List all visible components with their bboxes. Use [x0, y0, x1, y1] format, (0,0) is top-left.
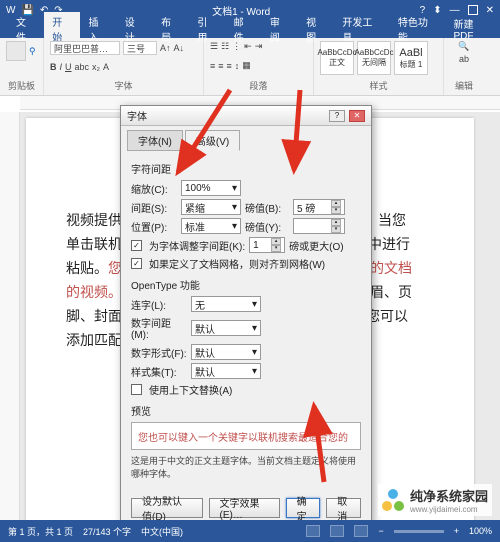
scale-label: 缩放(C):: [131, 181, 177, 196]
shading-icon[interactable]: ▦: [242, 60, 251, 71]
cancel-button[interactable]: 取消: [326, 498, 361, 518]
font-dialog: 字体 ? ✕ 字体(N) 高级(V) 字符间距 缩放(C): 100%▾ 间距(…: [120, 105, 372, 525]
numspacing-select[interactable]: 默认▾: [191, 320, 261, 336]
view-web-layout-icon[interactable]: [354, 525, 368, 537]
style-normal[interactable]: AaBbCcDc正文: [320, 41, 354, 75]
kerning-unit: 磅或更大(O): [289, 238, 343, 253]
numform-select[interactable]: 默认▾: [191, 344, 261, 360]
bold-button[interactable]: B: [50, 62, 57, 72]
status-language[interactable]: 中文(中国): [141, 525, 183, 538]
indent-dec-icon[interactable]: ⇤: [244, 41, 252, 52]
dialog-titlebar[interactable]: 字体 ? ✕: [121, 106, 371, 126]
view-read-mode-icon[interactable]: [330, 525, 344, 537]
kerning-label: 为字体调整字间距(K):: [149, 238, 245, 253]
kerning-checkbox[interactable]: ✓: [131, 240, 142, 251]
spacing-section-title: 字符间距: [131, 161, 361, 176]
opentype-section-title: OpenType 功能: [131, 277, 361, 292]
ribbon: ⚲ 剪贴板 阿里巴巴普… 三号 A↑ A↓ B I U abc x₂ A 字体 …: [0, 38, 500, 96]
dialog-tab-font[interactable]: 字体(N): [127, 130, 183, 151]
editing-group-label: 编辑: [450, 79, 478, 92]
clipboard-group-label: 剪贴板: [6, 79, 37, 92]
status-bar: 第 1 页，共 1 页 27/143 个字 中文(中国) − + 100%: [0, 520, 500, 542]
dialog-help-button[interactable]: ?: [329, 110, 345, 122]
dialog-tabs: 字体(N) 高级(V): [121, 126, 371, 151]
text-effects-button[interactable]: 文字效果(E)…: [209, 498, 280, 518]
ribbon-tabs: 文件 开始 插入 设计 布局 引用 邮件 审阅 视图 开发工具 特色功能 新建P…: [0, 20, 500, 38]
align-right-icon[interactable]: ≡: [227, 61, 232, 71]
grid-align-label: 如果定义了文档网格，则对齐到网格(W): [149, 256, 325, 271]
watermark: 纯净系统家园 www.yijdaimei.com: [378, 484, 492, 516]
preview-section-title: 预览: [131, 403, 361, 418]
preview-note: 这是用于中文的正文主题字体。当前文档主题定义将使用哪种字体。: [131, 454, 361, 480]
spacing-by-input[interactable]: 5 磅▴▾: [293, 199, 345, 215]
align-center-icon[interactable]: ≡: [218, 61, 223, 71]
maximize-icon[interactable]: [468, 5, 478, 15]
find-icon[interactable]: 🔍: [458, 41, 469, 52]
status-words[interactable]: 27/143 个字: [83, 525, 131, 538]
spacing-label: 间距(S):: [131, 200, 177, 215]
context-label: 使用上下文替换(A): [149, 382, 232, 397]
font-name-select[interactable]: 阿里巴巴普…: [50, 41, 120, 55]
numspacing-label: 数字间距(M):: [131, 315, 187, 341]
position-select[interactable]: 标准▾: [181, 218, 241, 234]
subscript-button[interactable]: x₂: [92, 62, 100, 72]
position-label: 位置(P):: [131, 219, 177, 234]
context-checkbox[interactable]: [131, 384, 142, 395]
dialog-title: 字体: [127, 108, 147, 123]
highlight-button[interactable]: A: [103, 62, 109, 72]
watermark-url: www.yijdaimei.com: [410, 505, 488, 514]
zoom-level[interactable]: 100%: [469, 526, 492, 536]
grid-align-checkbox[interactable]: ✓: [131, 258, 142, 269]
dialog-tab-advanced[interactable]: 高级(V): [185, 130, 240, 151]
scale-select[interactable]: 100%▾: [181, 180, 241, 196]
position-by-label: 磅值(Y):: [245, 219, 289, 234]
styleset-select[interactable]: 默认▾: [191, 363, 261, 379]
zoom-slider[interactable]: [394, 530, 444, 533]
indent-inc-icon[interactable]: ⇥: [255, 41, 263, 52]
replace-icon[interactable]: ab: [459, 54, 469, 64]
font-size-select[interactable]: 三号: [123, 41, 157, 55]
set-default-button[interactable]: 设为默认值(D): [131, 498, 203, 518]
strike-button[interactable]: abc: [75, 62, 90, 72]
zoom-out-icon[interactable]: −: [378, 526, 383, 536]
bullets-icon[interactable]: ☰: [210, 41, 218, 52]
shrink-font-icon[interactable]: A↓: [174, 43, 185, 53]
ligature-label: 连字(L):: [131, 297, 187, 312]
zoom-in-icon[interactable]: +: [454, 526, 459, 536]
watermark-logo-icon: [382, 489, 404, 511]
numform-label: 数字形式(F):: [131, 345, 187, 360]
font-group-label: 字体: [50, 79, 197, 92]
spacing-select[interactable]: 紧缩▾: [181, 199, 241, 215]
align-left-icon[interactable]: ≡: [210, 61, 215, 71]
styleset-label: 样式集(T):: [131, 364, 187, 379]
bluetooth-icon[interactable]: ⚲: [29, 46, 36, 57]
ligature-select[interactable]: 无▾: [191, 296, 261, 312]
underline-button[interactable]: U: [65, 62, 72, 72]
grow-font-icon[interactable]: A↑: [160, 43, 171, 53]
italic-button[interactable]: I: [60, 62, 63, 72]
styles-group-label: 样式: [320, 79, 437, 92]
style-nospacing[interactable]: AaBbCcDc无间隔: [357, 41, 391, 75]
status-page[interactable]: 第 1 页，共 1 页: [8, 525, 73, 538]
paste-icon[interactable]: [6, 41, 26, 61]
preview-box: 您也可以键入一个关键字以联机搜索最适合您的: [131, 422, 361, 450]
watermark-text: 纯净系统家园: [410, 486, 488, 505]
style-heading1[interactable]: AaBl标题 1: [394, 41, 428, 75]
vertical-ruler[interactable]: [0, 112, 20, 520]
numbering-icon[interactable]: ☷: [221, 41, 229, 52]
position-by-input[interactable]: ▴▾: [293, 218, 345, 234]
line-spacing-icon[interactable]: ↕: [235, 61, 240, 71]
spacing-by-label: 磅值(B):: [245, 200, 289, 215]
multilevel-icon[interactable]: ⋮: [232, 41, 241, 52]
view-print-layout-icon[interactable]: [306, 525, 320, 537]
kerning-input[interactable]: 1▴▾: [249, 237, 285, 253]
paragraph-group-label: 段落: [210, 79, 307, 92]
ok-button[interactable]: 确定: [286, 498, 321, 518]
dialog-close-button[interactable]: ✕: [349, 110, 365, 122]
